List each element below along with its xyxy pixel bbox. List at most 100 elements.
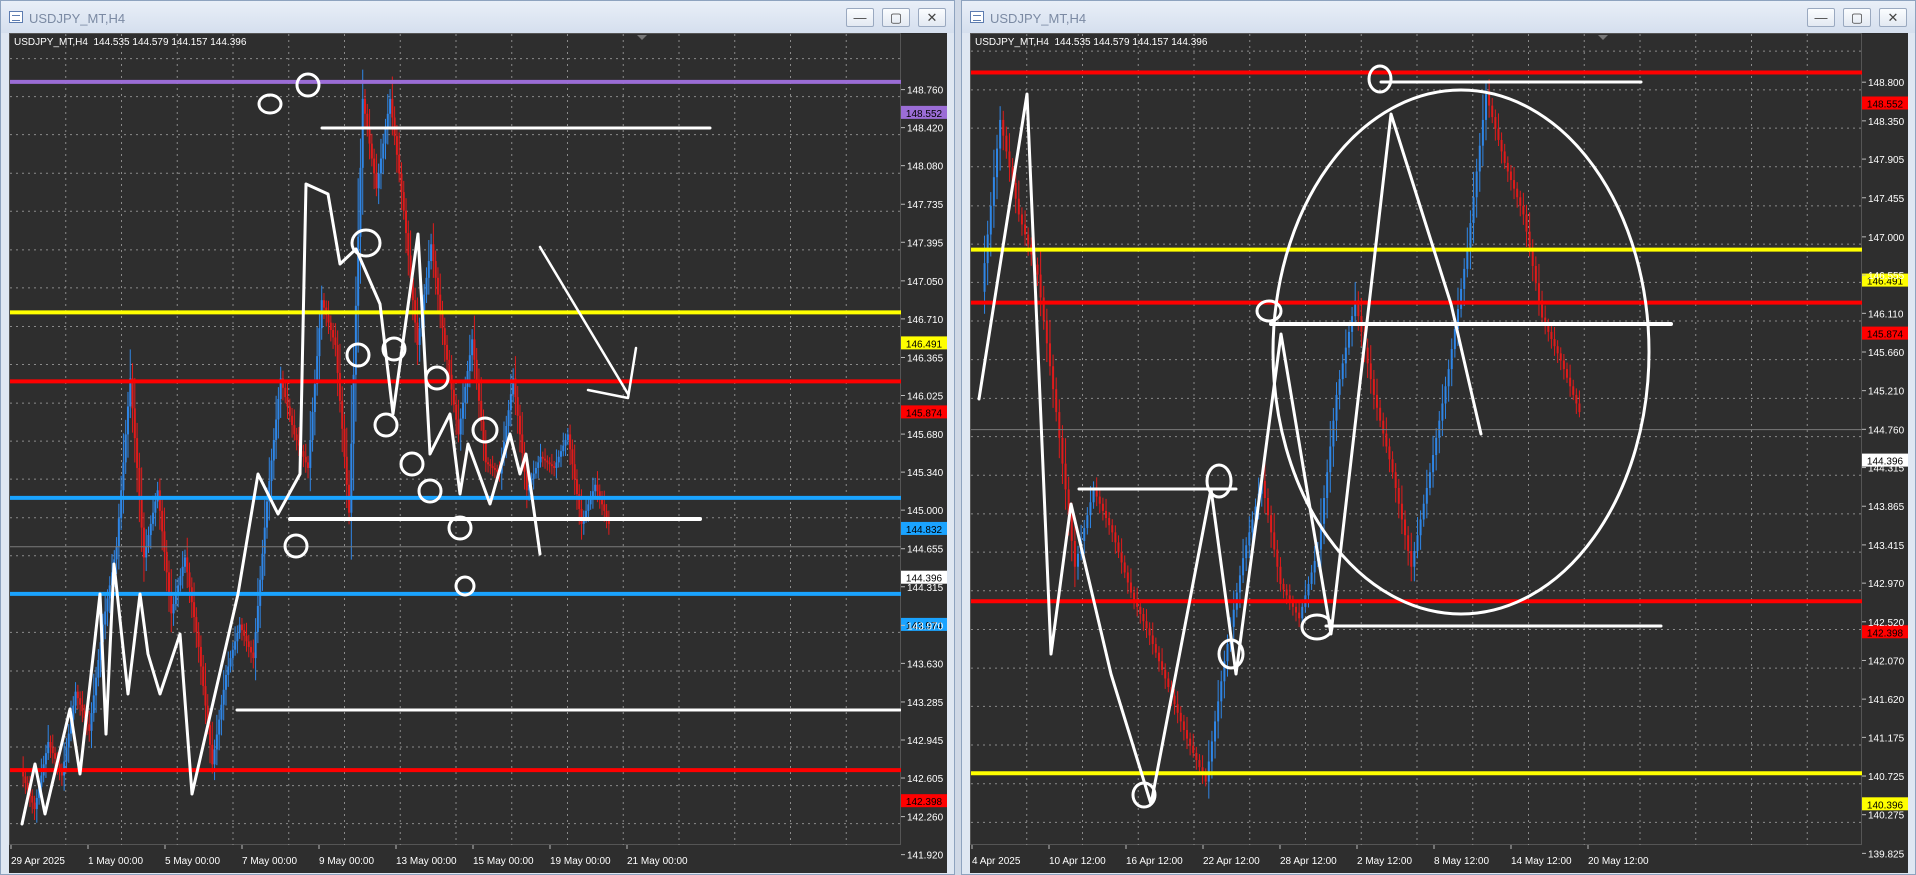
price-tick-label: 145.680 bbox=[907, 430, 944, 441]
time-tick-label: 7 May 00:00 bbox=[242, 856, 297, 867]
candle-body bbox=[1525, 214, 1528, 232]
time-tick-label: 1 May 00:00 bbox=[88, 856, 143, 867]
candle-body bbox=[1005, 135, 1008, 152]
candle-body bbox=[161, 510, 164, 532]
candle-body bbox=[199, 646, 202, 667]
minimize-button[interactable]: — bbox=[1807, 8, 1835, 27]
candle-body bbox=[386, 113, 389, 129]
candle-body bbox=[1192, 745, 1195, 753]
candle-body bbox=[1086, 515, 1089, 529]
price-tick-label: 148.760 bbox=[907, 86, 944, 97]
candle-body bbox=[359, 167, 362, 237]
candle-body bbox=[67, 733, 70, 748]
candle-body bbox=[455, 404, 458, 420]
candle-body bbox=[209, 725, 212, 745]
price-axis[interactable]: 148.552 146.491 145.874 144.832 143.974 142.3… bbox=[901, 33, 947, 873]
price-tick-label: 141.175 bbox=[1868, 733, 1905, 744]
candle-body bbox=[1070, 515, 1073, 541]
chart-canvas[interactable] bbox=[10, 34, 902, 846]
drawn-trendline bbox=[977, 92, 1483, 806]
candle-body bbox=[1559, 353, 1562, 361]
candle-body bbox=[1391, 459, 1394, 473]
candle-body bbox=[1139, 606, 1142, 614]
candle-body bbox=[1008, 151, 1011, 168]
window-titlebar[interactable]: USDJPY_MT,H4 — ▢ ✕ bbox=[962, 1, 1915, 33]
candle-body bbox=[992, 177, 995, 206]
candle-body bbox=[400, 173, 403, 193]
candle-body bbox=[1494, 117, 1497, 129]
candle-body bbox=[1497, 128, 1500, 140]
candle-body bbox=[1472, 197, 1475, 224]
candle-body bbox=[1347, 331, 1350, 348]
candle-body bbox=[1157, 652, 1160, 662]
candle-body bbox=[375, 173, 378, 189]
time-tick-label: 4 Apr 2025 bbox=[972, 856, 1021, 867]
candle-body bbox=[1569, 377, 1572, 387]
price-level-label: 148.552 bbox=[1867, 99, 1904, 110]
candle-body bbox=[482, 421, 485, 442]
price-tick-label: 144.315 bbox=[1868, 464, 1905, 475]
candle-body bbox=[564, 440, 567, 446]
candle-body bbox=[88, 724, 91, 731]
candle-body bbox=[1263, 480, 1266, 498]
close-button[interactable]: ✕ bbox=[1879, 8, 1907, 27]
close-button[interactable]: ✕ bbox=[918, 8, 946, 27]
time-axis-canvas: 4 Apr 2025 10 Apr 12:00 16 Apr 12:00 22 Apr… bbox=[971, 845, 1649, 867]
candle-body bbox=[122, 462, 125, 491]
candle-body bbox=[407, 233, 410, 256]
price-axis[interactable]: 148.552 146.491 145.874 142.398 140.396 144.3… bbox=[1862, 33, 1908, 873]
chart-window-left[interactable]: USDJPY_MT,H4 — ▢ ✕ USDJPY_MT,H4 144.535 … bbox=[0, 0, 955, 875]
drawn-circle-marker bbox=[399, 451, 425, 477]
candle-body bbox=[236, 632, 239, 642]
candle-body bbox=[266, 501, 268, 528]
chart-plot-area[interactable]: USDJPY_MT,H4 144.535 144.579 144.157 144… bbox=[9, 33, 902, 846]
candle-body bbox=[341, 400, 344, 429]
candle-body bbox=[211, 744, 214, 765]
candle-body bbox=[1338, 379, 1341, 395]
price-tick-label: 143.865 bbox=[1868, 502, 1905, 513]
price-tick-label: 147.735 bbox=[907, 200, 944, 211]
candle-body bbox=[1528, 231, 1531, 249]
candle-body bbox=[263, 527, 266, 554]
candle-body bbox=[49, 741, 52, 748]
candle-body bbox=[1537, 283, 1540, 301]
candle-body bbox=[1048, 343, 1051, 367]
candle-body bbox=[1550, 331, 1553, 340]
candle-body bbox=[446, 344, 449, 360]
candle-body bbox=[477, 380, 480, 401]
candle-body bbox=[1307, 583, 1310, 596]
window-titlebar[interactable]: USDJPY_MT,H4 — ▢ ✕ bbox=[1, 1, 954, 33]
candle-body bbox=[231, 649, 234, 659]
candle-body bbox=[213, 749, 216, 765]
drawn-circle-marker bbox=[257, 93, 283, 115]
candle-body bbox=[277, 398, 280, 420]
candle-body bbox=[1534, 266, 1537, 284]
candle-body bbox=[1565, 369, 1568, 378]
chart-window-right[interactable]: USDJPY_MT,H4 — ▢ ✕ USDJPY_MT,H4 144.535 … bbox=[961, 0, 1916, 875]
time-tick-label: 16 Apr 12:00 bbox=[1126, 856, 1183, 867]
chart-canvas[interactable] bbox=[971, 34, 1863, 846]
chart-shift-marker[interactable] bbox=[637, 35, 647, 40]
candle-body bbox=[1326, 472, 1329, 498]
candle-body bbox=[79, 698, 82, 705]
candle-body bbox=[234, 641, 237, 650]
candle-body bbox=[117, 518, 120, 547]
minimize-button[interactable]: — bbox=[846, 8, 874, 27]
price-tick-label: 142.260 bbox=[907, 813, 944, 824]
candle-body bbox=[1460, 288, 1463, 309]
candle-body bbox=[1450, 349, 1453, 370]
candle-body bbox=[1245, 545, 1248, 559]
candle-body bbox=[1432, 455, 1435, 473]
candle-body bbox=[489, 464, 492, 467]
chart-info-label: USDJPY_MT,H4 144.535 144.579 144.157 144… bbox=[14, 37, 247, 48]
price-tick-label: 145.210 bbox=[1868, 387, 1905, 398]
chart-plot-area[interactable]: USDJPY_MT,H4 144.535 144.579 144.157 144… bbox=[970, 33, 1863, 846]
time-tick-label: 29 Apr 2025 bbox=[11, 856, 65, 867]
candle-body bbox=[1164, 669, 1167, 679]
candle-body bbox=[1332, 420, 1335, 447]
maximize-button[interactable]: ▢ bbox=[882, 8, 910, 27]
candle-body bbox=[553, 466, 556, 468]
candle-body bbox=[1214, 721, 1217, 742]
chart-shift-marker[interactable] bbox=[1598, 35, 1608, 40]
maximize-button[interactable]: ▢ bbox=[1843, 8, 1871, 27]
